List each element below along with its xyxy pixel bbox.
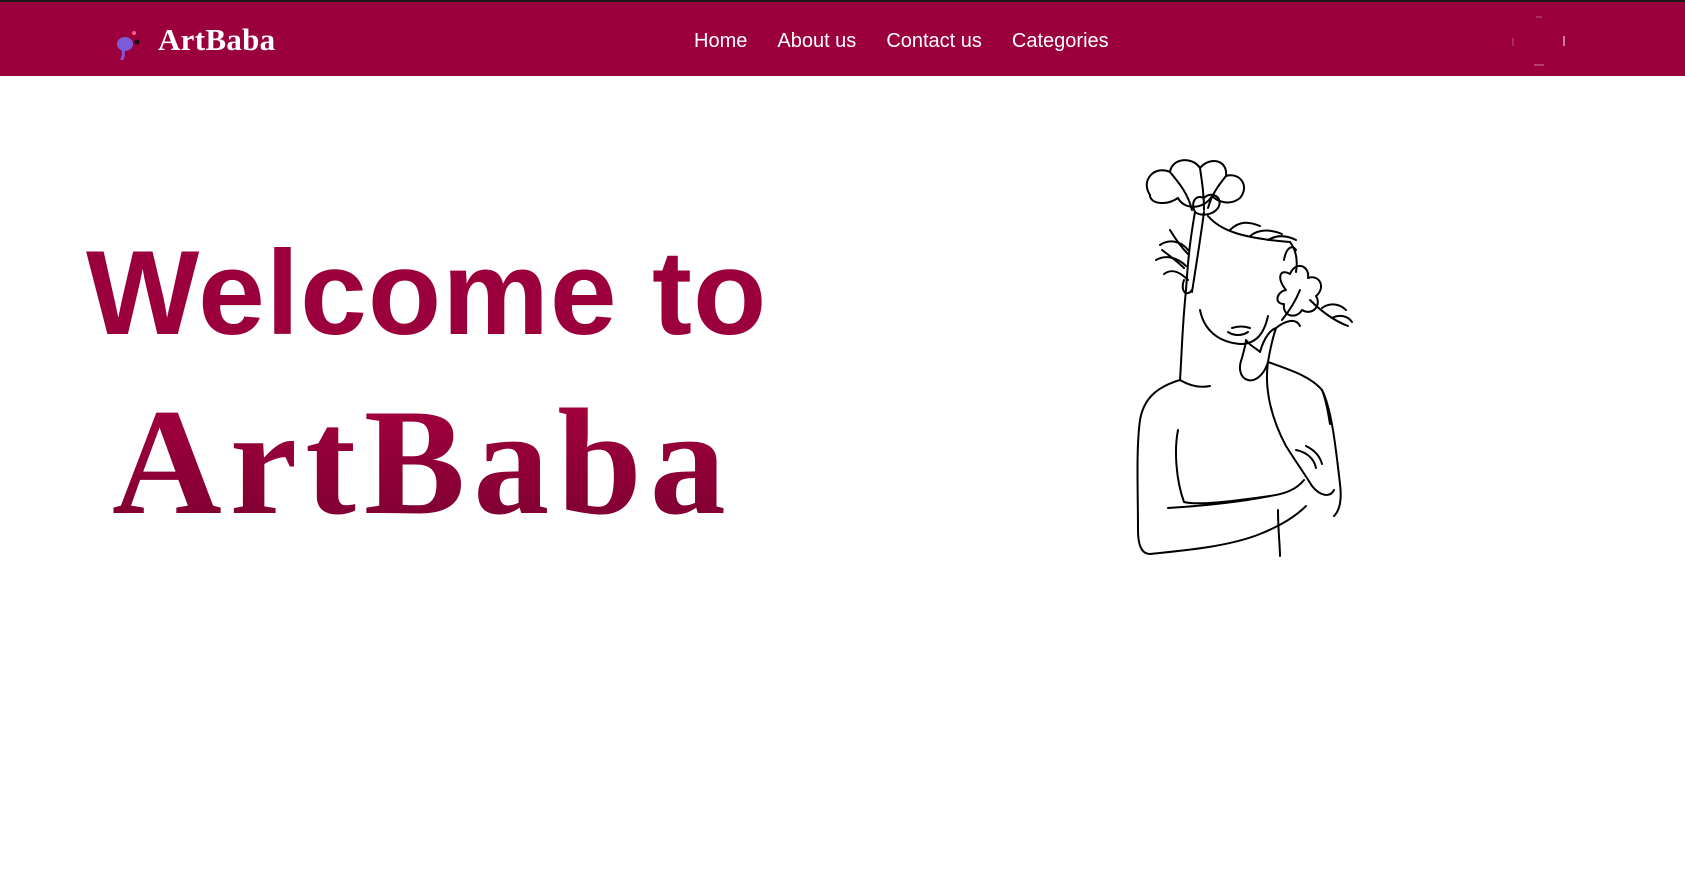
nav-link-home[interactable]: Home — [694, 27, 747, 55]
navbar: ArtBaba Home About us Contact us Categor… — [0, 0, 1685, 76]
hero-title-welcome: Welcome to — [86, 226, 768, 360]
nav-link-categories[interactable]: Categories — [1012, 27, 1109, 55]
nav-links: Home About us Contact us Categories — [694, 27, 1109, 55]
brand[interactable]: ArtBaba — [112, 20, 276, 61]
woman-with-flowers-illustration — [1100, 150, 1400, 600]
nav-link-about-us[interactable]: About us — [777, 27, 856, 55]
menu-toggle-icon[interactable] — [1512, 16, 1566, 66]
paint-palette-icon — [112, 20, 154, 61]
hero-title-brand: ArtBaba — [112, 378, 734, 546]
brand-name: ArtBaba — [158, 22, 276, 57]
nav-link-contact-us[interactable]: Contact us — [886, 27, 982, 55]
